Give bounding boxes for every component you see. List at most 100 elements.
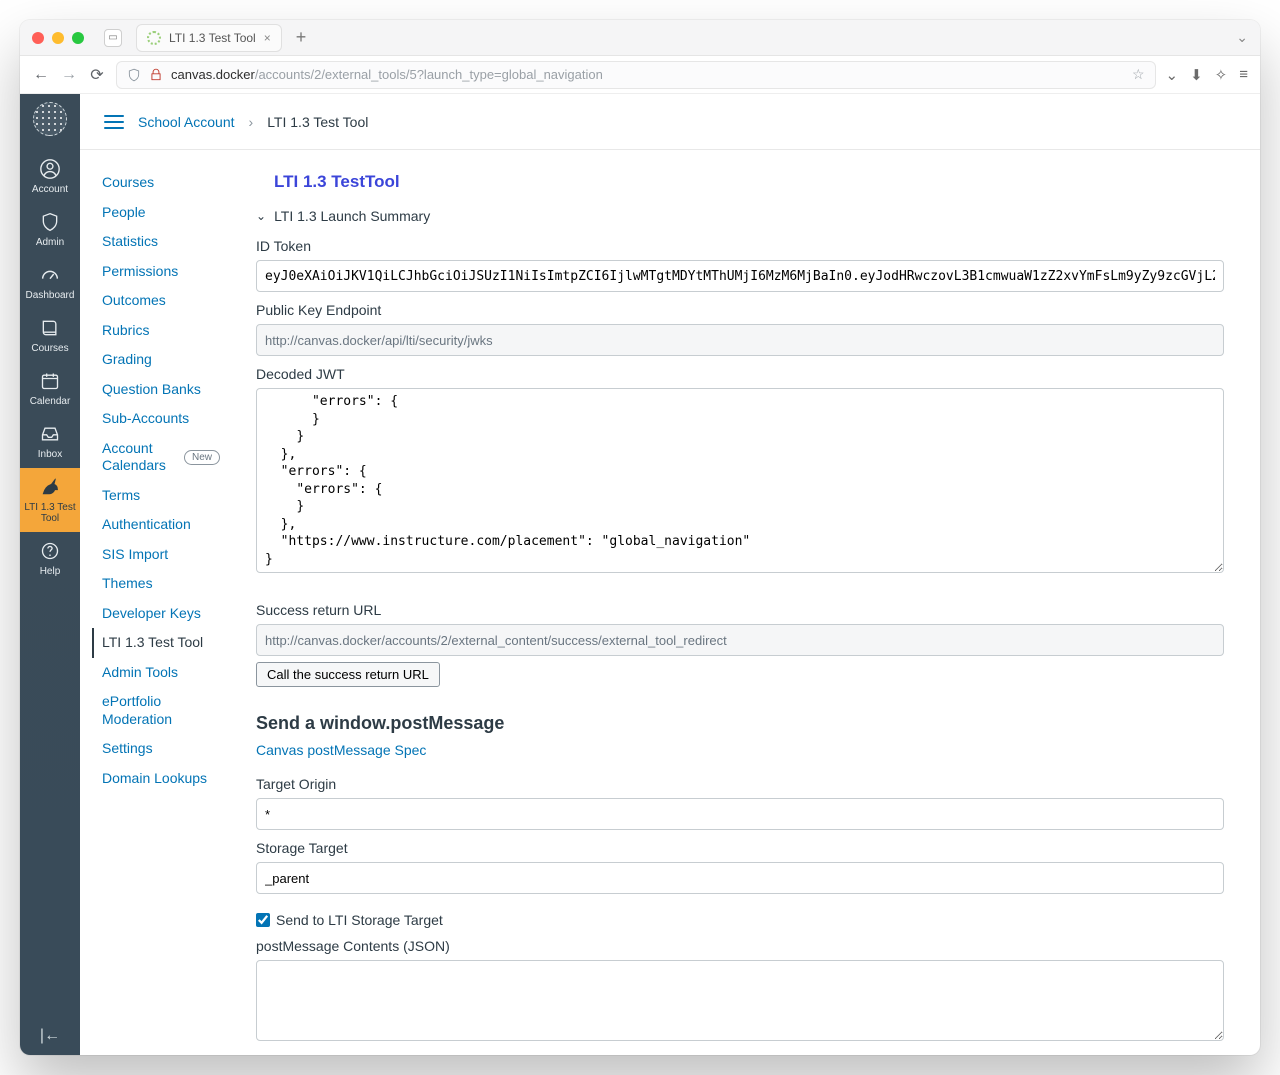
call-success-url-button[interactable]: Call the success return URL [256,662,440,687]
target-origin-label: Target Origin [256,776,1224,792]
calendar-icon [39,370,61,392]
content: LTI 1.3 TestTool ⌄ LTI 1.3 Launch Summar… [220,150,1260,1055]
global-nav-label: Dashboard [26,290,75,301]
breadcrumb: School Account › LTI 1.3 Test Tool [80,94,1260,150]
gauge-icon [39,264,61,286]
send-storage-label: Send to LTI Storage Target [276,912,443,928]
subnav-item[interactable]: Rubrics [102,316,220,346]
bookmark-icon[interactable]: ☆ [1132,66,1145,83]
tab-close-icon[interactable]: × [264,31,271,45]
subnav-item[interactable]: Courses [102,168,220,198]
subnav-item[interactable]: SIS Import [102,540,220,570]
user-icon [39,158,61,180]
global-nav-label: Inbox [38,449,62,460]
decoded-jwt-label: Decoded JWT [256,366,1224,382]
toolbar-right: ⌄ ⬇ ✧ ≡ [1166,66,1249,84]
lock-icon [149,68,163,82]
downloads-icon[interactable]: ⬇ [1190,66,1203,84]
subnav-item[interactable]: LTI 1.3 Test Tool [92,628,220,658]
address-field[interactable]: canvas.docker/accounts/2/external_tools/… [116,61,1156,89]
decoded-jwt-textarea[interactable] [256,388,1224,573]
shield-icon [39,211,61,233]
id-token-label: ID Token [256,238,1224,254]
public-key-label: Public Key Endpoint [256,302,1224,318]
subnav-item[interactable]: Developer Keys [102,599,220,629]
send-storage-checkbox-row[interactable]: Send to LTI Storage Target [256,912,1224,928]
subnav-item[interactable]: Question Banks [102,375,220,405]
global-nav-label: Account [32,184,68,195]
success-url-label: Success return URL [256,602,1224,618]
global-nav-help[interactable]: Help [20,532,80,585]
global-nav-inbox[interactable]: Inbox [20,415,80,468]
subnav-item[interactable]: Domain Lookups [102,764,220,794]
minimize-window-icon[interactable] [52,32,64,44]
close-window-icon[interactable] [32,32,44,44]
inbox-icon [39,423,61,445]
canvas-logo-icon[interactable] [33,102,67,136]
success-url-input[interactable] [256,624,1224,656]
launch-summary-label: LTI 1.3 Launch Summary [274,208,430,224]
back-button[interactable]: ← [32,66,50,84]
subnav-item[interactable]: Statistics [102,227,220,257]
breadcrumb-parent[interactable]: School Account [138,114,235,130]
pocket-icon[interactable]: ⌄ [1166,66,1179,84]
tabs-overflow-icon[interactable]: ⌄ [1236,29,1248,46]
global-nav-lti-tool[interactable]: LTI 1.3 Test Tool [20,468,80,532]
post-message-contents-textarea[interactable] [256,960,1224,1040]
url-bar: ← → ⟳ canvas.docker/accounts/2/external_… [20,56,1260,94]
hamburger-icon[interactable] [104,115,124,129]
subnav-item[interactable]: Authentication [102,510,220,540]
global-nav-account[interactable]: Account [20,150,80,203]
public-key-input[interactable] [256,324,1224,356]
collapse-nav-icon[interactable]: |← [20,1027,80,1045]
subnav-item[interactable]: Account Calendars [102,434,178,481]
post-message-heading: Send a window.postMessage [256,713,1224,734]
storage-target-label: Storage Target [256,840,1224,856]
global-nav-label: Help [40,566,61,577]
url-host: canvas.docker/accounts/2/external_tools/… [171,67,603,82]
subnav-item[interactable]: Outcomes [102,286,220,316]
global-nav-dashboard[interactable]: Dashboard [20,256,80,309]
browser-window: ▭ LTI 1.3 Test Tool × + ⌄ ← → ⟳ canvas.d… [20,20,1260,1055]
subnav-item[interactable]: Settings [102,734,220,764]
id-token-input[interactable] [256,260,1224,292]
target-origin-input[interactable] [256,798,1224,830]
menu-icon[interactable]: ≡ [1239,66,1248,84]
maximize-window-icon[interactable] [72,32,84,44]
sidebar-toggle-icon[interactable]: ▭ [104,29,122,47]
titlebar: ▭ LTI 1.3 Test Tool × + ⌄ [20,20,1260,56]
global-nav-calendar[interactable]: Calendar [20,362,80,415]
subnav-item[interactable]: Terms [102,481,220,511]
window-controls [32,32,84,44]
tab-strip: LTI 1.3 Test Tool × + [136,24,1228,52]
help-icon [39,540,61,562]
shield-icon [127,68,141,82]
launch-summary-toggle[interactable]: ⌄ LTI 1.3 Launch Summary [256,208,1224,224]
subnav-item[interactable]: People [102,198,220,228]
breadcrumb-current: LTI 1.3 Test Tool [267,114,368,130]
tab-favicon-icon [147,31,161,45]
extensions-icon[interactable]: ✧ [1215,66,1228,84]
reload-button[interactable]: ⟳ [88,65,106,85]
global-nav-courses[interactable]: Courses [20,309,80,362]
unicorn-icon [39,476,61,498]
global-nav-admin[interactable]: Admin [20,203,80,256]
subnav-item[interactable]: Admin Tools [102,658,220,688]
send-storage-checkbox[interactable] [256,913,270,927]
subnav-item[interactable]: Permissions [102,257,220,287]
new-tab-button[interactable]: + [290,27,313,48]
subnav-item[interactable]: Grading [102,345,220,375]
global-nav-label: Calendar [30,396,71,407]
forward-button: → [60,66,78,84]
subnav-item[interactable]: ePortfolio Moderation [102,687,220,734]
global-nav-label: Admin [36,237,64,248]
tab-title: LTI 1.3 Test Tool [169,31,256,45]
global-nav-label: Courses [31,343,68,354]
browser-tab[interactable]: LTI 1.3 Test Tool × [136,24,282,52]
subnav-item[interactable]: Themes [102,569,220,599]
tool-title: LTI 1.3 TestTool [274,172,1224,192]
post-message-spec-link[interactable]: Canvas postMessage Spec [256,742,426,758]
subnav-item[interactable]: Sub-Accounts [102,404,220,434]
book-icon [39,317,61,339]
storage-target-input[interactable] [256,862,1224,894]
